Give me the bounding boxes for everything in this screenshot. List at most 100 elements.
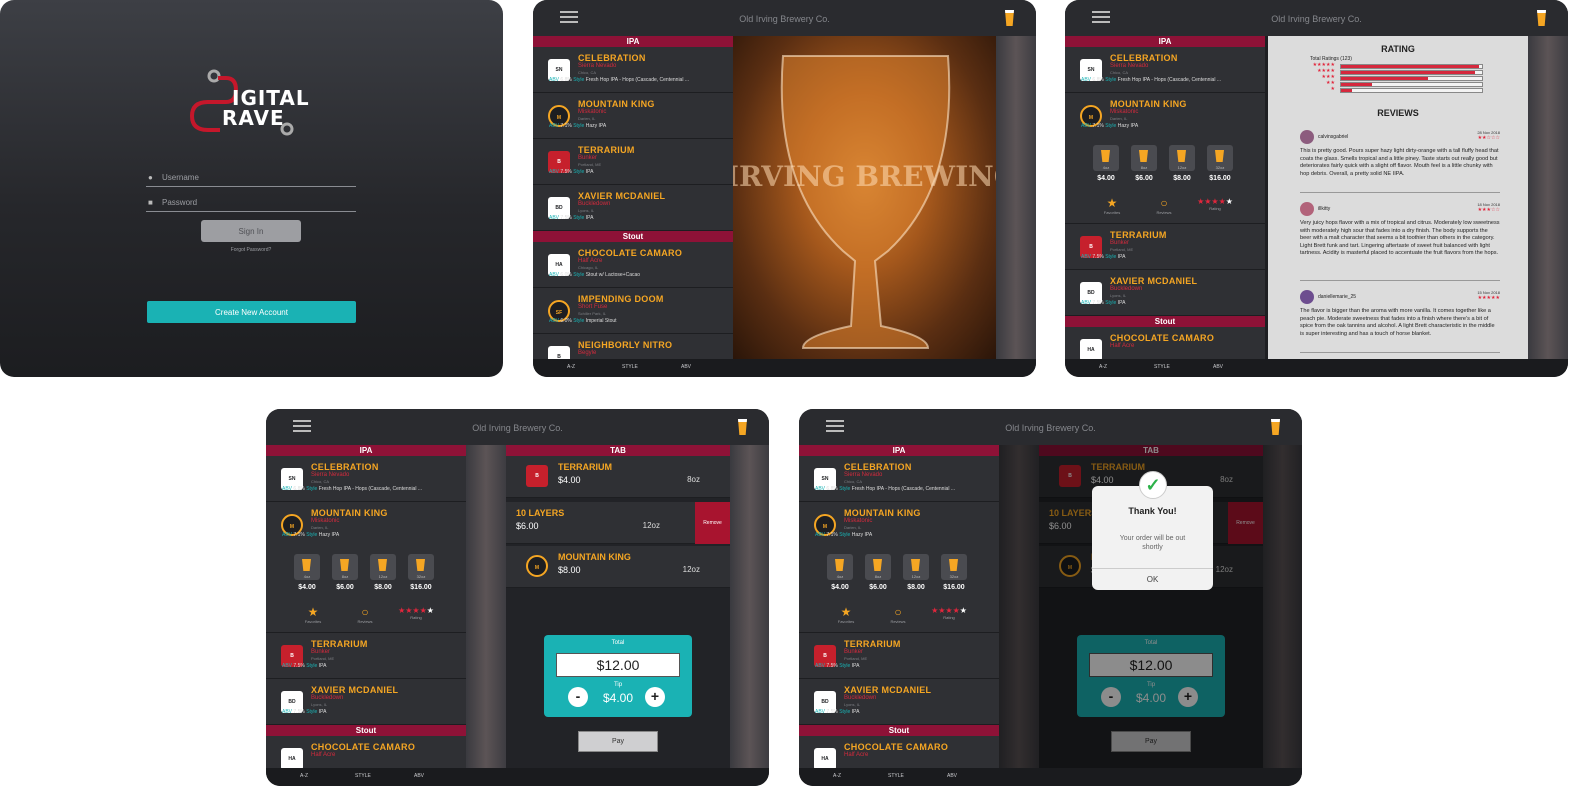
size-button[interactable]: 12oz [1169, 145, 1195, 171]
list-item[interactable]: B TERRARIUM Bunker Portland, ME ABV 7.5% Sty… [1065, 224, 1265, 270]
brewery-name: Buckledown [578, 201, 611, 207]
brewery-location: Chico, CA [844, 479, 863, 484]
sort-az[interactable]: A-Z [567, 364, 575, 370]
star-icon: ★ [307, 605, 319, 619]
sort-style[interactable]: STYLE [355, 773, 371, 779]
rating-button[interactable]: ★★★★★ Rating [1195, 197, 1235, 211]
list-item[interactable]: BD XAVIER MCDANIEL Buckledown Lyons, IL ABV … [1065, 270, 1265, 316]
sort-style[interactable]: STYLE [888, 773, 904, 779]
beer-list: IPA SN CELEBRATION Sierra Nevado Chico, CA A… [799, 445, 999, 768]
tip-plus-button[interactable]: + [645, 687, 665, 707]
list-item-expanded[interactable]: M MOUNTAIN KING Miskatonic Darien, IL ABV 7.… [266, 502, 466, 633]
pay-button[interactable]: Pay [578, 731, 658, 752]
list-item[interactable]: B TERRARIUM Bunker Portland, ME ABV 7.5% Sty… [533, 139, 733, 185]
size-button[interactable]: 8oz [1131, 145, 1157, 171]
order-confirm-screen: Old Irving Brewery Co. IPA SN CELEBRATION… [799, 409, 1302, 786]
size-button[interactable]: 12oz [903, 554, 929, 580]
beer-glass-icon[interactable] [1271, 419, 1280, 435]
avatar [1300, 290, 1314, 304]
sort-style[interactable]: STYLE [1154, 364, 1170, 370]
list-item[interactable]: SN CELEBRATION Sierra Nevado Chico, CA ABV 6… [266, 456, 466, 502]
beer-meta: ABV 7.1% Style Hazy IPA [815, 532, 873, 538]
rating-button[interactable]: ★★★★★ Rating [929, 606, 969, 620]
review-stars: ★★★★★ [1477, 295, 1500, 301]
sort-abv[interactable]: ABV [1213, 364, 1223, 370]
brewery-name: Sierra Nevado [578, 63, 617, 69]
list-item[interactable]: HA CHOCOLATE CAMARO Half Acre [266, 736, 466, 768]
size-button[interactable]: 4oz [827, 554, 853, 580]
sign-in-button[interactable]: Sign In [201, 220, 301, 242]
rating-bar-track [1340, 64, 1483, 69]
total-label: Total [611, 640, 625, 646]
size-button[interactable]: 12oz [370, 554, 396, 580]
size-button[interactable]: 8oz [332, 554, 358, 580]
size-button[interactable]: 4oz [294, 554, 320, 580]
list-item[interactable]: SN CELEBRATION Sierra Nevado Chico, CA ABV 6… [533, 47, 733, 93]
list-item-expanded[interactable]: M MOUNTAIN KING Miskatonic Darien, IL ABV 7.… [799, 502, 999, 633]
list-item[interactable]: B TERRARIUM Bunker Portland, ME ABV 7.5% Sty… [266, 633, 466, 679]
review-text: This is pretty good. Pours super hazy li… [1300, 148, 1499, 177]
brewery-location: Lyons, IL [578, 208, 595, 213]
list-item[interactable]: HA CHOCOLATE CAMARO Half Acre [799, 736, 999, 768]
beer-glass-icon[interactable] [738, 419, 747, 435]
section-header-ipa: IPA [533, 36, 733, 47]
password-input[interactable] [162, 198, 342, 207]
tab-item[interactable]: B TERRARIUM $4.00 8oz [506, 456, 730, 498]
create-account-button[interactable]: Create New Account [147, 301, 356, 323]
section-header-ipa: IPA [1065, 36, 1265, 47]
reviews-button[interactable]: ○ Reviews [883, 605, 913, 625]
list-item[interactable]: B NEIGHBORLY NITRO Begyle [533, 334, 733, 359]
rating-bar: ★★ [1310, 80, 1485, 87]
checkmark-icon: ✓ [1139, 471, 1167, 499]
username-field[interactable]: ● [146, 171, 356, 187]
beer-glass-icon[interactable] [1537, 10, 1546, 26]
remove-button[interactable]: Remove [695, 502, 730, 544]
sort-style[interactable]: STYLE [622, 364, 638, 370]
sort-abv[interactable]: ABV [681, 364, 691, 370]
list-item[interactable]: HA CHOCOLATE CAMARO Half Acre Chicago, IL AB… [533, 242, 733, 288]
size-button[interactable]: 32oz [941, 554, 967, 580]
ok-button[interactable]: OK [1092, 568, 1213, 590]
brewery-location: Portland, ME [578, 162, 602, 167]
sort-az[interactable]: A-Z [1099, 364, 1107, 370]
favorites-button[interactable]: ★ Favorites [298, 605, 328, 625]
brewery-name: Half Acre [844, 752, 869, 758]
list-item[interactable]: BD XAVIER MCDANIEL Buckledown Lyons, IL ABV … [533, 185, 733, 231]
sort-abv[interactable]: ABV [414, 773, 424, 779]
beer-name: CHOCOLATE CAMARO [844, 742, 949, 752]
rating-stars: ★★★★★ [398, 606, 434, 615]
list-item-expanded[interactable]: M MOUNTAIN KING Miskatonic Darien, IL ABV 7.… [1065, 93, 1265, 224]
sort-az[interactable]: A-Z [833, 773, 841, 779]
size-button[interactable]: 8oz [865, 554, 891, 580]
tab-item[interactable]: 10 LAYERS $6.00 12oz Remove [506, 502, 730, 544]
background-photo [466, 445, 506, 768]
list-item[interactable]: BD XAVIER MCDANIEL Buckledown Lyons, IL ABV … [266, 679, 466, 725]
tip-value: $4.00 [602, 691, 634, 705]
size-button[interactable]: 32oz [408, 554, 434, 580]
size-button[interactable]: 32oz [1207, 145, 1233, 171]
list-item[interactable]: HA CHOCOLATE CAMARO Half Acre [1065, 327, 1265, 359]
list-item[interactable]: BD XAVIER MCDANIEL Buckledown Lyons, IL ABV … [799, 679, 999, 725]
beer-glass-icon[interactable] [1005, 10, 1014, 26]
tab-item[interactable]: M MOUNTAIN KING $8.00 12oz [506, 546, 730, 588]
favorites-button[interactable]: ★ Favorites [1097, 197, 1127, 216]
app-title: Old Irving Brewery Co. [1271, 14, 1362, 24]
sort-abv[interactable]: ABV [947, 773, 957, 779]
password-field[interactable]: ■ [146, 196, 356, 212]
sort-az[interactable]: A-Z [300, 773, 308, 779]
list-item[interactable]: SN CELEBRATION Sierra Nevado Chico, CA ABV 6… [1065, 47, 1265, 93]
list-item[interactable]: SN CELEBRATION Sierra Nevado Chico, CA ABV 6… [799, 456, 999, 502]
size-button[interactable]: 4oz [1093, 145, 1119, 171]
list-item[interactable]: SF IMPENDING DOOM Short Fuse Schiller Park,… [533, 288, 733, 334]
reviews-button[interactable]: ○ Reviews [1149, 197, 1179, 216]
username-input[interactable] [162, 173, 342, 182]
section-header-stout: Stout [533, 231, 733, 242]
top-bar: Old Irving Brewery Co. [533, 0, 1036, 36]
reviews-button[interactable]: ○ Reviews [350, 606, 380, 625]
favorites-button[interactable]: ★ Favorites [831, 606, 861, 625]
list-item[interactable]: M MOUNTAIN KING Miskatonic Darien, IL ABV 7.… [533, 93, 733, 139]
chat-icon: ○ [894, 605, 902, 619]
list-item[interactable]: B TERRARIUM Bunker Portland, ME ABV 7.5% Sty… [799, 633, 999, 679]
forgot-password-link[interactable]: Forgot Password? [201, 247, 301, 253]
rating-button[interactable]: ★★★★★ Rating [396, 606, 436, 620]
